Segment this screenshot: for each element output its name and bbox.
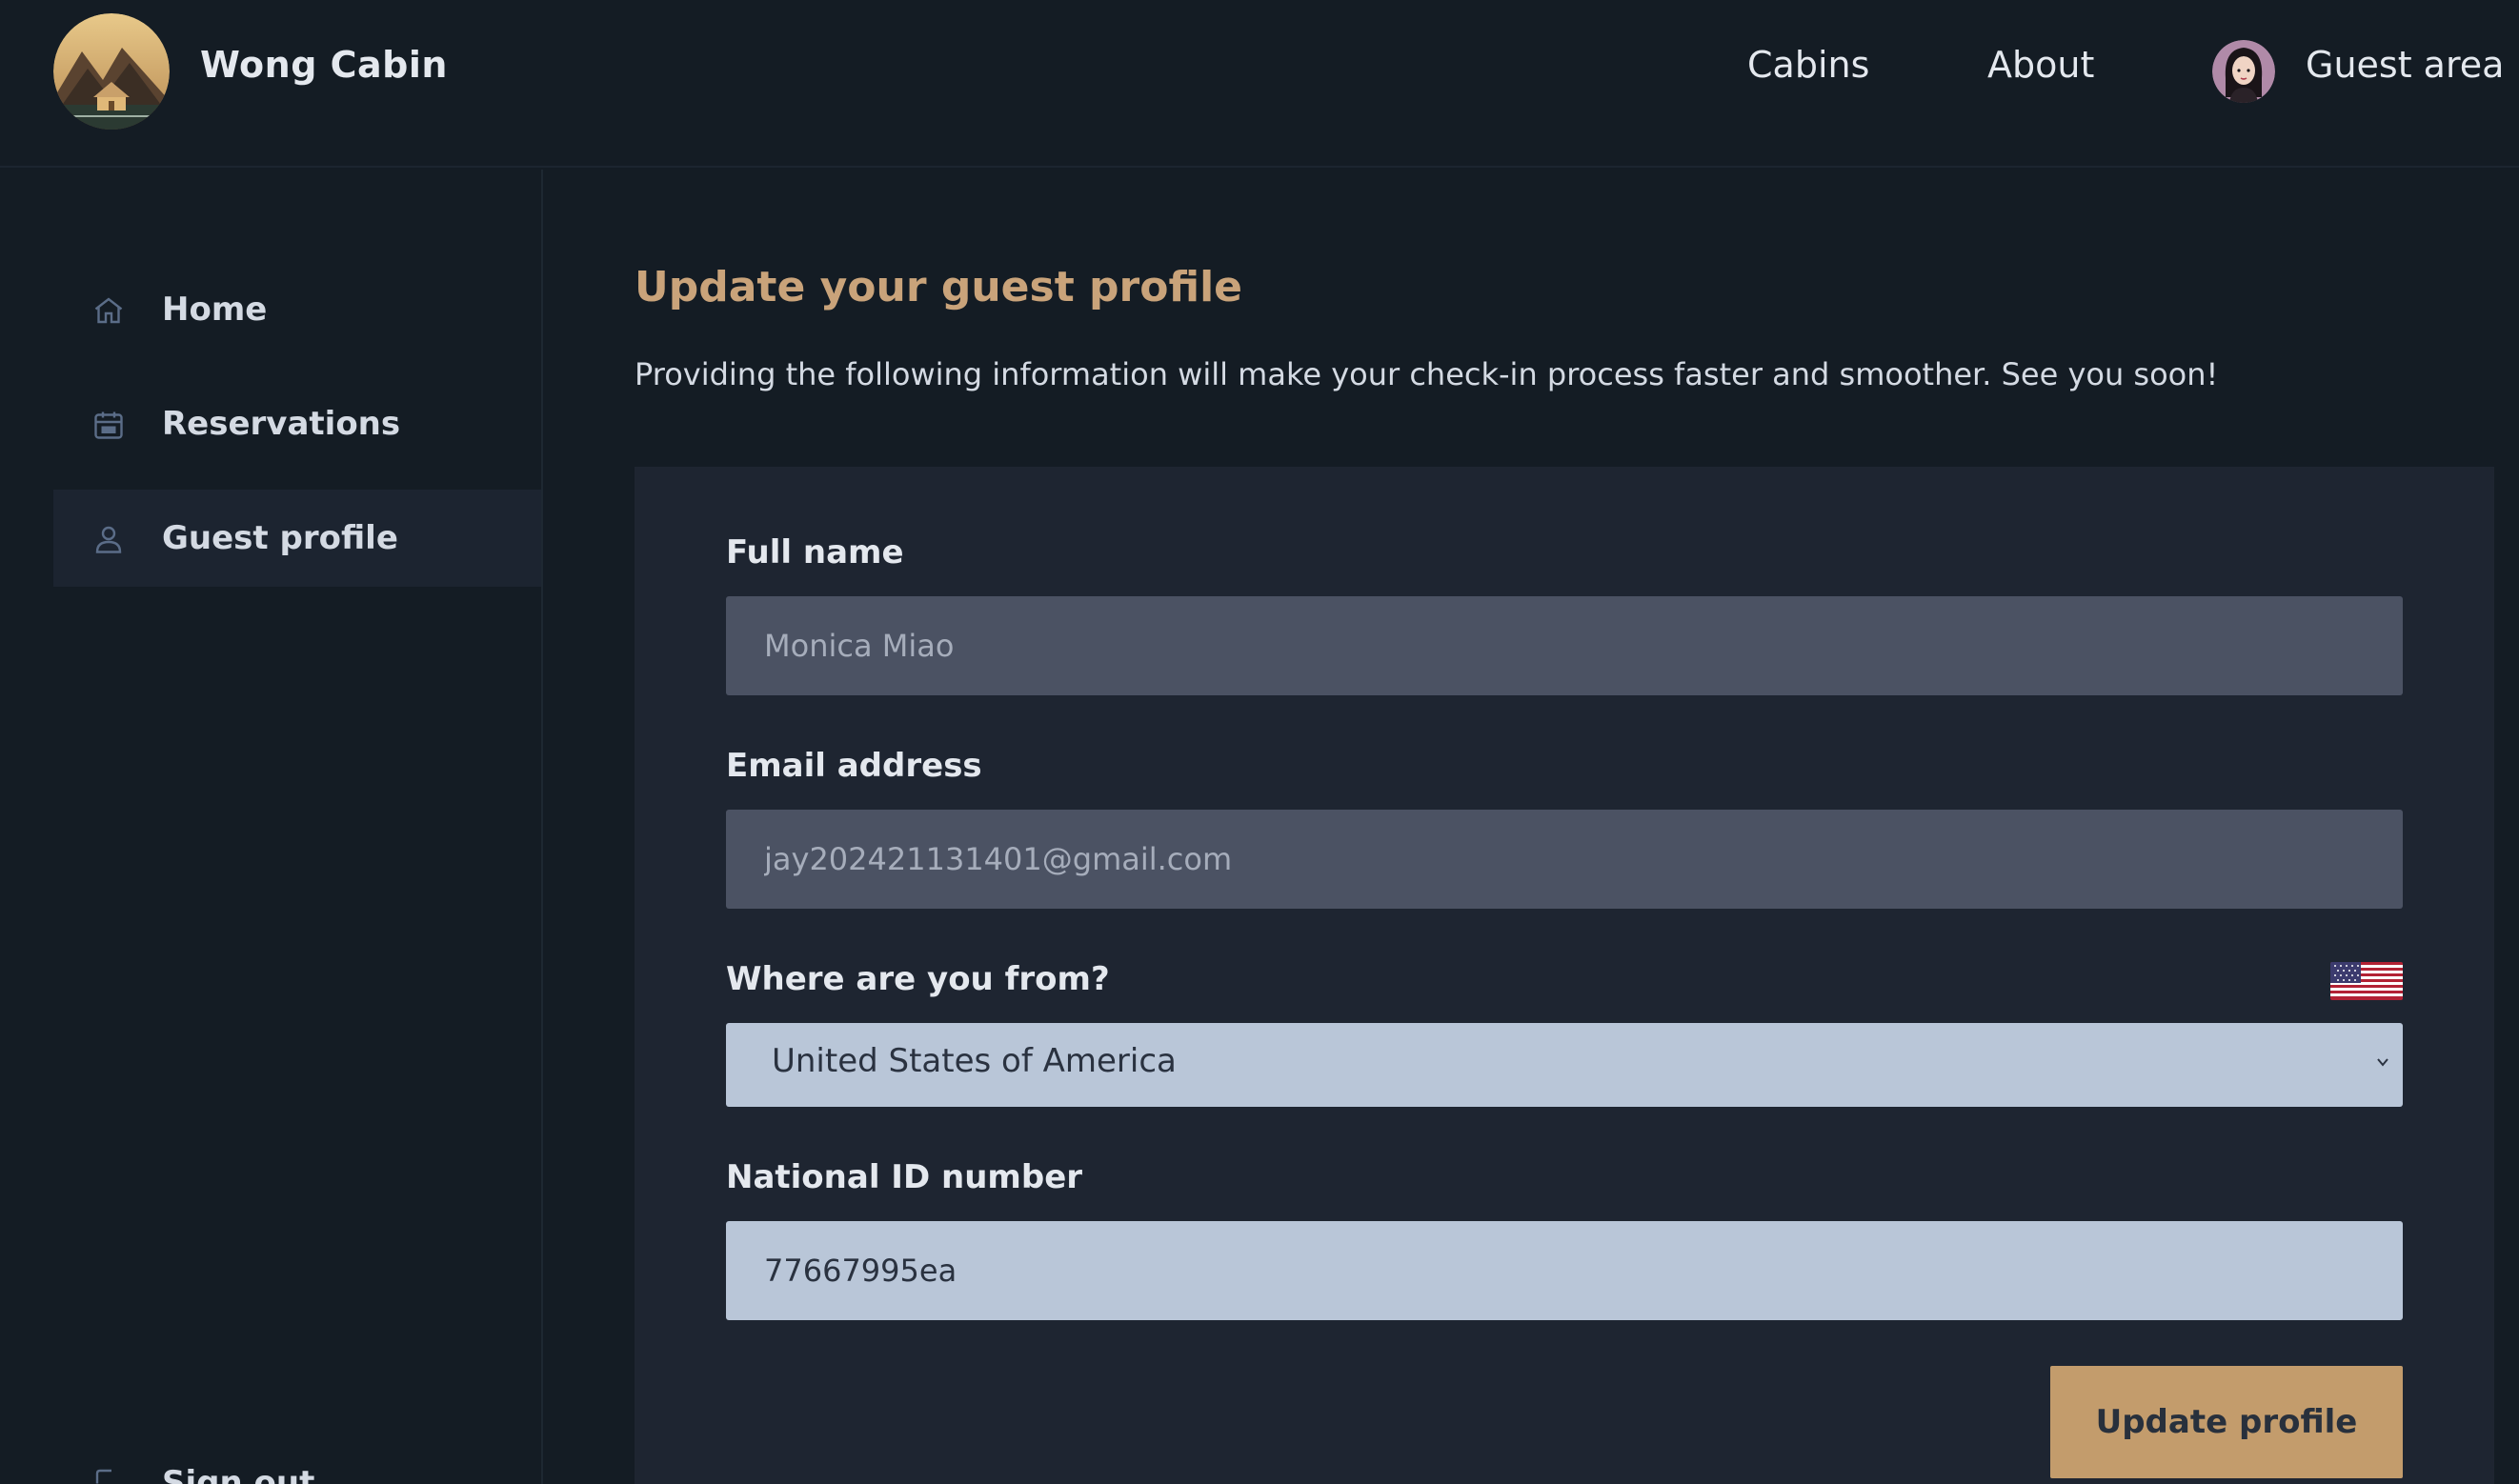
calendar-icon (94, 411, 123, 439)
country-select[interactable]: United States of America (726, 1023, 2403, 1107)
email-field[interactable] (726, 810, 2403, 909)
sidebar-item-home[interactable]: Home (53, 261, 541, 358)
chevron-down-icon (2377, 1058, 2388, 1067)
national-id-label: National ID number (726, 1158, 1083, 1196)
avatar[interactable] (2212, 40, 2275, 103)
page-title: Update your guest profile (635, 263, 1243, 311)
nav-guest-area[interactable]: Guest area (2306, 44, 2504, 86)
flag-icon (2330, 962, 2403, 1000)
user-icon (95, 526, 122, 553)
nav-about[interactable]: About (1987, 44, 2094, 86)
sign-out-icon (95, 1469, 111, 1484)
top-header: Wong Cabin Cabins About Guest area (0, 0, 2519, 168)
email-label: Email address (726, 747, 982, 785)
country-select-value: United States of America (772, 1042, 1177, 1080)
page-description: Providing the following information will… (635, 356, 2219, 392)
full-name-label: Full name (726, 533, 904, 572)
sidebar-item-label: Guest profile (162, 519, 398, 557)
sidebar-item-sign-out[interactable]: Sign out (162, 1467, 314, 1484)
country-label: Where are you from? (726, 960, 1110, 998)
sidebar-item-reservations[interactable]: Reservations (53, 375, 541, 472)
sidebar: Home Reservations Guest profile Sign out (0, 170, 543, 1484)
sidebar-item-guest-profile[interactable]: Guest profile (53, 490, 541, 587)
update-profile-button[interactable]: Update profile (2050, 1366, 2403, 1478)
logo-icon[interactable] (53, 13, 170, 130)
national-id-field[interactable] (726, 1221, 2403, 1320)
sidebar-item-label: Home (162, 291, 268, 329)
sidebar-item-label: Reservations (162, 405, 401, 443)
brand-name[interactable]: Wong Cabin (200, 44, 448, 86)
home-icon (94, 297, 123, 324)
full-name-field[interactable] (726, 596, 2403, 695)
nav-cabins[interactable]: Cabins (1747, 44, 1869, 86)
